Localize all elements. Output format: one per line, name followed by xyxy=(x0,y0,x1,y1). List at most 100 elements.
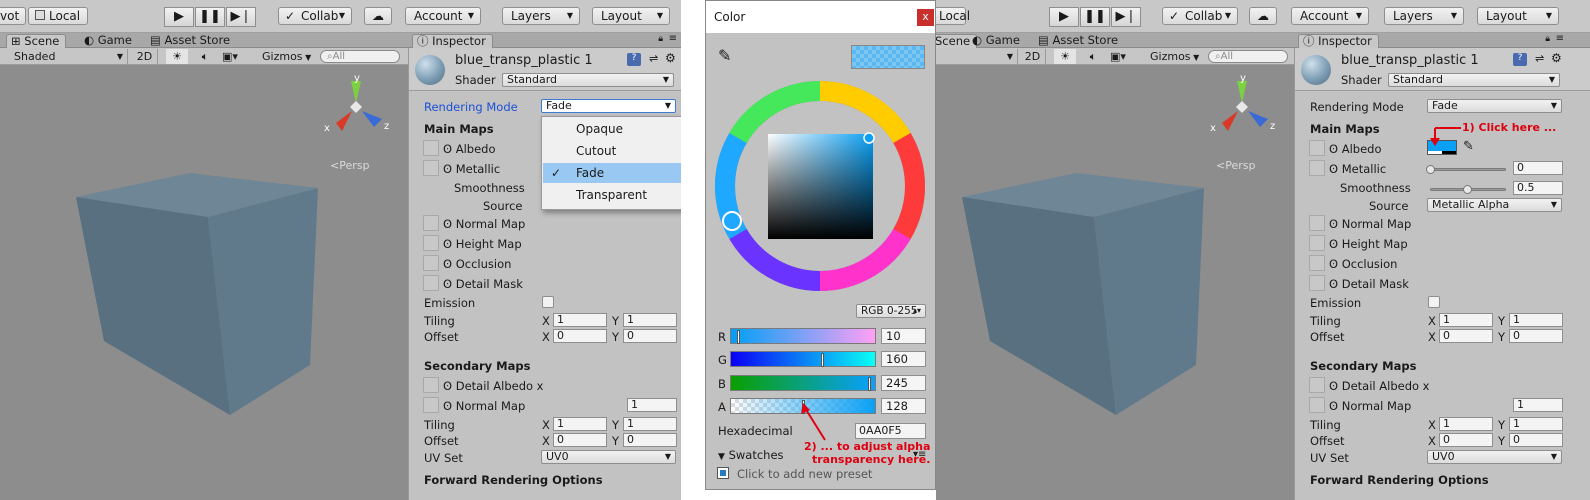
sv-handle[interactable] xyxy=(863,132,875,144)
r-slider[interactable] xyxy=(730,328,876,344)
shader-dropdown[interactable]: Standard ▼ xyxy=(1388,73,1560,87)
height-map-slot[interactable] xyxy=(1309,235,1325,251)
play-button[interactable]: ▶ xyxy=(1049,7,1079,27)
tab-inspector[interactable]: ⓘ Inspector xyxy=(1298,34,1379,48)
audio-toggle[interactable]: 🔈︎ xyxy=(194,49,216,64)
secondary-tiling-x-input[interactable]: 1 xyxy=(1439,417,1493,431)
tab-game[interactable]: ◐ Game xyxy=(80,34,138,48)
secondary-tiling-x-input[interactable]: 1 xyxy=(553,417,607,431)
g-value-input[interactable]: 160 xyxy=(881,351,926,367)
local-toggle[interactable]: Local xyxy=(936,7,970,25)
menu-item-opaque[interactable]: Opaque xyxy=(543,119,681,139)
menu-item-transparent[interactable]: Transparent xyxy=(543,185,681,205)
gear-icon[interactable]: ⚙ xyxy=(665,51,676,65)
detail-mask-slot[interactable] xyxy=(423,275,439,291)
secondary-offset-y-input[interactable]: 0 xyxy=(1509,433,1563,447)
r-value-input[interactable]: 10 xyxy=(881,328,926,344)
secondary-normal-slot[interactable] xyxy=(423,397,439,413)
tab-game[interactable]: ◐ Game xyxy=(968,34,1026,48)
effects-dropdown[interactable]: ▣▾ xyxy=(1110,49,1140,64)
close-button[interactable]: x xyxy=(917,9,934,26)
secondary-tiling-y-input[interactable]: 1 xyxy=(623,417,677,431)
height-map-slot[interactable] xyxy=(423,235,439,251)
menu-item-fade[interactable]: ✓ Fade xyxy=(543,163,681,183)
b-value-input[interactable]: 245 xyxy=(881,375,926,391)
account-dropdown[interactable]: Account ▼ xyxy=(405,7,481,25)
uv-set-dropdown[interactable]: UV0 ▼ xyxy=(541,450,676,464)
cloud-button[interactable]: ☁ xyxy=(1249,7,1277,25)
emission-checkbox[interactable] xyxy=(1428,296,1440,308)
uv-set-dropdown[interactable]: UV0 ▼ xyxy=(1427,450,1562,464)
tab-asset-store[interactable]: ▤ Asset Store xyxy=(1034,34,1124,48)
offset-x-input[interactable]: 0 xyxy=(553,329,607,343)
menu-icon[interactable]: ≡ xyxy=(669,33,677,44)
tiling-y-input[interactable]: 1 xyxy=(1509,313,1563,327)
orientation-gizmo[interactable]: y x z xyxy=(1208,73,1278,143)
normal-map-slot[interactable] xyxy=(1309,215,1325,231)
add-preset-icon[interactable] xyxy=(717,467,729,479)
detail-albedo-slot[interactable] xyxy=(423,377,439,393)
offset-y-input[interactable]: 0 xyxy=(1509,329,1563,343)
lighting-toggle[interactable]: ☀ xyxy=(1054,49,1076,64)
gear-icon[interactable]: ⚙ xyxy=(1551,51,1562,65)
albedo-texture-slot[interactable] xyxy=(423,140,439,156)
projection-label[interactable]: <Persp xyxy=(1216,159,1255,173)
local-toggle[interactable]: Local xyxy=(28,7,88,25)
lock-icon[interactable]: 🔒︎ xyxy=(658,34,663,44)
menu-icon[interactable]: ≡ xyxy=(1556,33,1564,44)
pause-button[interactable]: ❚❚ xyxy=(1080,7,1110,27)
smoothness-slider-thumb[interactable] xyxy=(1463,185,1472,194)
r-slider-thumb[interactable] xyxy=(737,330,740,344)
effects-dropdown[interactable]: ▣▾ xyxy=(222,49,252,64)
tab-asset-store[interactable]: ▤ Asset Store xyxy=(146,34,236,48)
secondary-tiling-y-input[interactable]: 1 xyxy=(1509,417,1563,431)
tab-inspector[interactable]: ⓘ Inspector xyxy=(412,34,493,48)
preset-icon[interactable]: ⇌ xyxy=(1535,52,1544,65)
secondary-normal-scale-input[interactable]: 1 xyxy=(627,398,677,412)
tab-scene[interactable]: ⊞ Scene xyxy=(6,34,67,48)
metallic-texture-slot[interactable] xyxy=(423,160,439,176)
hue-wheel[interactable] xyxy=(714,80,926,292)
shader-dropdown[interactable]: Standard ▼ xyxy=(502,73,674,87)
rendering-mode-dropdown[interactable]: Fade ▼ xyxy=(541,99,676,113)
layers-dropdown[interactable]: Layers ▼ xyxy=(502,7,580,25)
menu-item-cutout[interactable]: Cutout xyxy=(543,141,681,161)
collab-dropdown[interactable]: ✓ Collab ▼ xyxy=(1162,7,1238,25)
play-button[interactable]: ▶ xyxy=(164,7,194,27)
offset-x-input[interactable]: 0 xyxy=(1439,329,1493,343)
secondary-offset-x-input[interactable]: 0 xyxy=(1439,433,1493,447)
tiling-y-input[interactable]: 1 xyxy=(623,313,677,327)
help-icon[interactable]: ? xyxy=(627,53,641,66)
2d-toggle[interactable]: 2D xyxy=(1020,49,1046,64)
step-button[interactable]: ▶❘ xyxy=(1111,7,1141,27)
b-slider[interactable] xyxy=(730,375,876,391)
pause-button[interactable]: ❚❚ xyxy=(195,7,225,27)
shading-mode-dropdown[interactable]: Shaded ▼ xyxy=(4,49,128,64)
eyedropper-icon[interactable]: ✎ xyxy=(1463,139,1474,154)
projection-label[interactable]: <Persp xyxy=(330,159,369,173)
metallic-texture-slot[interactable] xyxy=(1309,160,1325,176)
source-dropdown[interactable]: Metallic Alpha ▼ xyxy=(1427,198,1562,212)
albedo-texture-slot[interactable] xyxy=(1309,140,1325,156)
scene-viewport[interactable]: y x z <Persp xyxy=(936,65,1294,500)
secondary-offset-x-input[interactable]: 0 xyxy=(553,433,607,447)
scene-viewport[interactable]: y x z <Persp xyxy=(0,65,408,500)
metallic-slider-thumb[interactable] xyxy=(1426,165,1435,174)
g-slider[interactable] xyxy=(730,351,876,367)
help-icon[interactable]: ? xyxy=(1513,53,1527,66)
step-button[interactable]: ▶❘ xyxy=(226,7,256,27)
swatches-toggle[interactable]: ▼ Swatches xyxy=(718,448,784,464)
shading-mode-dropdown[interactable]: ▼ xyxy=(936,49,1018,64)
audio-toggle[interactable]: 🔈︎ xyxy=(1082,49,1104,64)
2d-toggle[interactable]: 2D xyxy=(132,49,158,64)
layers-dropdown[interactable]: Layers ▼ xyxy=(1384,7,1464,25)
rendering-mode-dropdown[interactable]: Fade ▼ xyxy=(1427,99,1562,113)
secondary-normal-slot[interactable] xyxy=(1309,397,1325,413)
color-mode-dropdown[interactable]: RGB 0-255 ▴▾ xyxy=(856,304,926,318)
pivot-toggle[interactable]: vot xyxy=(0,7,26,25)
lighting-toggle[interactable]: ☀ xyxy=(166,49,188,64)
scene-search-input[interactable]: ⌕All xyxy=(1208,50,1288,63)
cloud-button[interactable]: ☁ xyxy=(364,7,392,25)
layout-dropdown[interactable]: Layout ▼ xyxy=(592,7,670,25)
detail-mask-slot[interactable] xyxy=(1309,275,1325,291)
